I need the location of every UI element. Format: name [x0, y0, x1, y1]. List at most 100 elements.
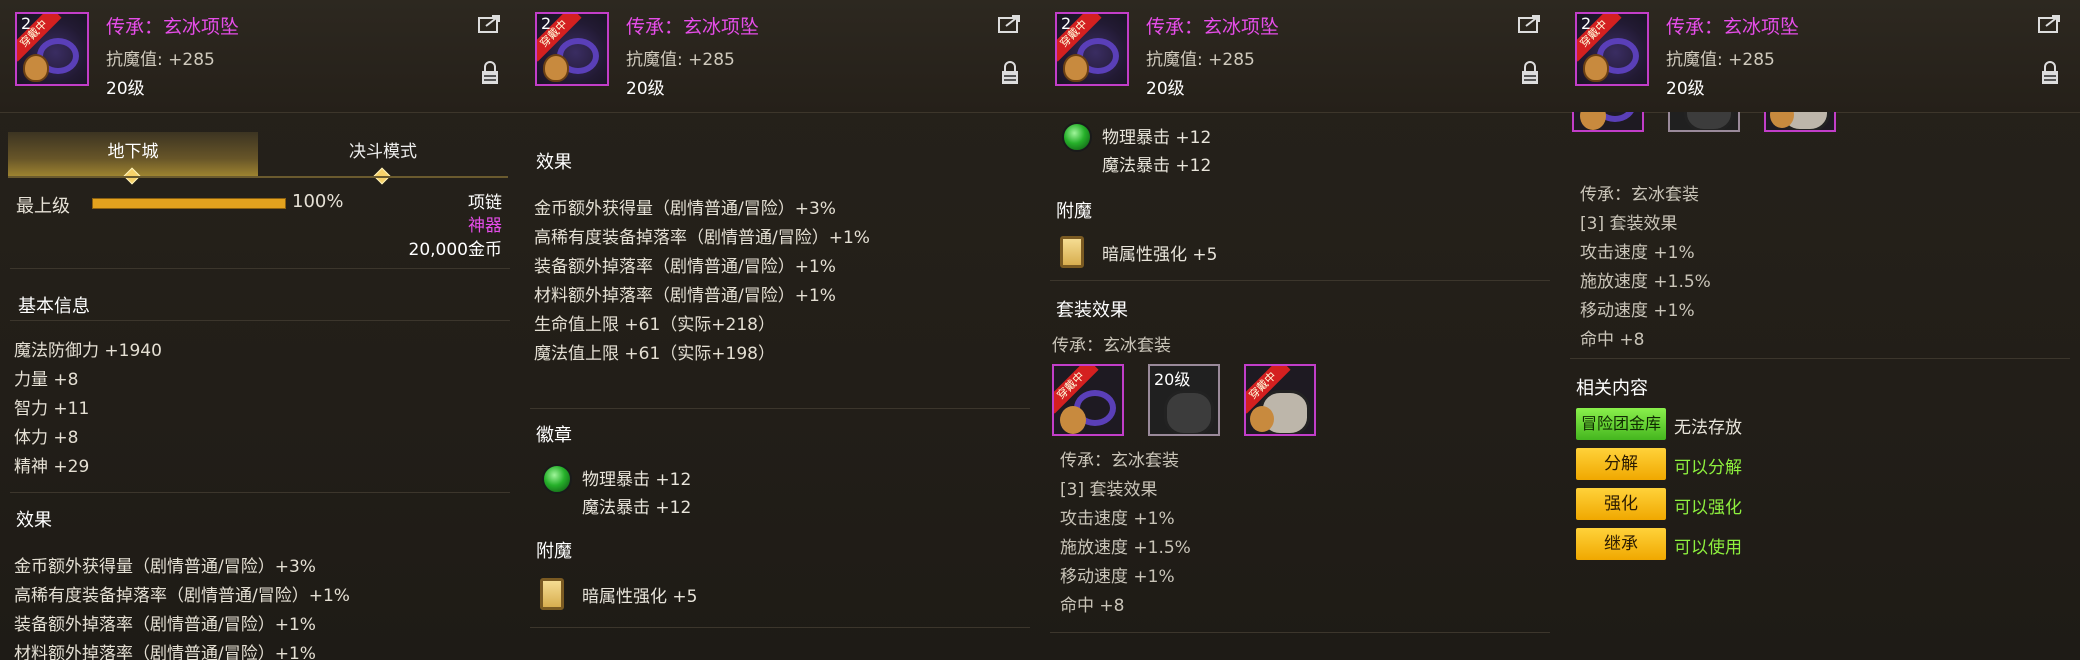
panel-body: 传承：玄冰套装 [3] 套装效果 攻击速度 +1% 施放速度 +1.5% 移动速… [1560, 112, 2080, 660]
icon-number: 2 [21, 14, 32, 33]
basic-info-title: 基本信息 [18, 296, 90, 317]
effect-line: 生命值上限 +61（实际+218） [534, 315, 775, 335]
tooltip-panel-3: 穿戴中 2 传承：玄冰项坠 抗魔值: +285 20级 物理暴击 +12 魔法暴… [1040, 0, 1561, 660]
panel-body: 地下城 决斗模式 最上级 100% 项链 神器 20,000金币 基本信息 魔法… [0, 112, 520, 660]
tab-underline [8, 176, 508, 178]
divider [10, 320, 510, 321]
icon-number: 2 [1581, 14, 1592, 33]
related-title: 相关内容 [1576, 378, 1648, 399]
effect-line: 高稀有度装备掉落率（剧情普通/冒险）+1% [14, 586, 350, 606]
set-necklace-icon[interactable]: 穿戴中 [1052, 364, 1124, 436]
mask-shape [1063, 54, 1089, 82]
set-ring-icon[interactable] [1764, 112, 1836, 132]
set-bracelet-icon[interactable] [1668, 112, 1740, 132]
effect-line: 高稀有度装备掉落率（剧情普通/冒险）+1% [534, 228, 870, 248]
disassemble-button[interactable]: 分解 [1576, 448, 1666, 480]
adventure-vault-button[interactable]: 冒险团金库 [1576, 408, 1666, 440]
set-necklace-icon[interactable] [1572, 112, 1644, 132]
basic-line: 力量 +8 [14, 370, 79, 390]
set-piece-level: 20级 [1154, 370, 1191, 389]
divider [530, 627, 1030, 628]
enhance-button[interactable]: 强化 [1576, 488, 1666, 520]
set-line: 命中 +8 [1580, 330, 1645, 350]
green-emblem-icon [1062, 122, 1092, 152]
upgrade-label: 最上级 [16, 196, 70, 217]
item-price: 20,000金币 [408, 240, 502, 260]
effect-line: 装备额外掉落率（剧情普通/冒险）+1% [534, 257, 836, 277]
item-rarity: 神器 [468, 216, 502, 236]
tooltip-panel-2: 穿戴中 2 传承：玄冰项坠 抗魔值: +285 20级 效果 金币额外获得量（剧… [520, 0, 1041, 660]
tab-pvp-label: 决斗模式 [349, 142, 417, 162]
mode-tabs: 地下城 决斗模式 [8, 132, 508, 185]
necklace-item-icon[interactable]: 穿戴中 2 [1055, 12, 1129, 86]
effect-line: 魔法值上限 +61（实际+198） [534, 344, 775, 364]
item-level: 20级 [1666, 79, 1705, 99]
mask-shape [1060, 406, 1086, 434]
set-ring-icon[interactable]: 穿戴中 [1244, 364, 1316, 436]
effects-title: 效果 [536, 152, 572, 173]
set-effect-title: 套装效果 [1056, 300, 1128, 321]
emblem-line: 物理暴击 +12 [582, 470, 692, 490]
item-stat: 抗魔值: +285 [1666, 50, 1775, 70]
divider [1570, 358, 2070, 359]
screenshot: 穿戴中 2 传承：玄冰项坠 抗魔值: +285 20级 地下城 决斗模式 最上级… [0, 0, 2080, 660]
emblem-title: 徽章 [536, 425, 572, 446]
divider [1050, 280, 1550, 281]
tooltip-panel-4: 穿戴中 2 传承：玄冰项坠 抗魔值: +285 20级 传承：玄冰套装 [3] … [1560, 0, 2080, 660]
item-stat: 抗魔值: +285 [1146, 50, 1255, 70]
icon-number: 2 [541, 14, 552, 33]
item-title: 传承：玄冰项坠 [1146, 16, 1280, 38]
tab-pvp[interactable]: 决斗模式 [258, 132, 508, 185]
tab-dungeon[interactable]: 地下城 [8, 132, 258, 185]
set-line: 施放速度 +1.5% [1060, 538, 1191, 558]
item-title: 传承：玄冰项坠 [1666, 16, 1800, 38]
item-stat: 抗魔值: +285 [626, 50, 735, 70]
enchant-title: 附魔 [536, 541, 572, 562]
necklace-item-icon[interactable]: 穿戴中 2 [1575, 12, 1649, 86]
enchant-line: 暗属性强化 +5 [582, 587, 698, 607]
set-line: [3] 套装效果 [1060, 480, 1158, 500]
basic-line: 智力 +11 [14, 399, 90, 419]
set-bracelet-icon[interactable]: 20级 [1148, 364, 1220, 436]
set-line: 传承：玄冰套装 [1580, 185, 1699, 205]
enchant-card-icon [540, 578, 564, 610]
mask-shape [1250, 406, 1274, 432]
icon-number: 2 [1061, 14, 1072, 33]
effect-line: 金币额外获得量（剧情普通/冒险）+3% [534, 199, 836, 219]
basic-line: 魔法防御力 +1940 [14, 341, 162, 361]
enchant-line: 暗属性强化 +5 [1102, 245, 1218, 265]
necklace-item-icon[interactable]: 穿戴中 2 [15, 12, 89, 86]
set-line: 攻击速度 +1% [1580, 243, 1695, 263]
lock-icon[interactable] [480, 60, 500, 86]
inherit-button[interactable]: 继承 [1576, 528, 1666, 560]
emblem-line: 魔法暴击 +12 [1102, 156, 1212, 176]
disassemble-status: 可以分解 [1674, 458, 1742, 478]
share-icon[interactable] [478, 14, 502, 34]
enchant-title: 附魔 [1056, 201, 1092, 222]
panel-body: 物理暴击 +12 魔法暴击 +12 附魔 暗属性强化 +5 套装效果 传承：玄冰… [1040, 112, 1560, 660]
mask-shape [1583, 54, 1609, 82]
divider [10, 492, 510, 493]
lock-icon[interactable] [2040, 60, 2060, 86]
lock-icon[interactable] [1000, 60, 1020, 86]
set-line: 移动速度 +1% [1060, 567, 1175, 587]
enchant-card-icon [1060, 236, 1084, 268]
basic-line: 体力 +8 [14, 428, 79, 448]
effect-line: 金币额外获得量（剧情普通/冒险）+3% [14, 557, 316, 577]
green-emblem-icon [542, 464, 572, 494]
item-header: 穿戴中 2 传承：玄冰项坠 抗魔值: +285 20级 [1040, 0, 1560, 113]
set-line: 命中 +8 [1060, 596, 1125, 616]
basic-line: 精神 +29 [14, 457, 90, 477]
effect-line: 材料额外掉落率（剧情普通/冒险）+1% [14, 644, 316, 660]
necklace-item-icon[interactable]: 穿戴中 2 [535, 12, 609, 86]
tooltip-panel-1: 穿戴中 2 传承：玄冰项坠 抗魔值: +285 20级 地下城 决斗模式 最上级… [0, 0, 521, 660]
effect-line: 装备额外掉落率（剧情普通/冒险）+1% [14, 615, 316, 635]
share-icon[interactable] [2038, 14, 2062, 34]
lock-icon[interactable] [1520, 60, 1540, 86]
share-icon[interactable] [1518, 14, 1542, 34]
bracelet-shape [1164, 390, 1214, 434]
item-header: 穿戴中 2 传承：玄冰项坠 抗魔值: +285 20级 [0, 0, 520, 113]
inherit-status: 可以使用 [1674, 538, 1742, 558]
set-line: 传承：玄冰套装 [1060, 451, 1179, 471]
share-icon[interactable] [998, 14, 1022, 34]
